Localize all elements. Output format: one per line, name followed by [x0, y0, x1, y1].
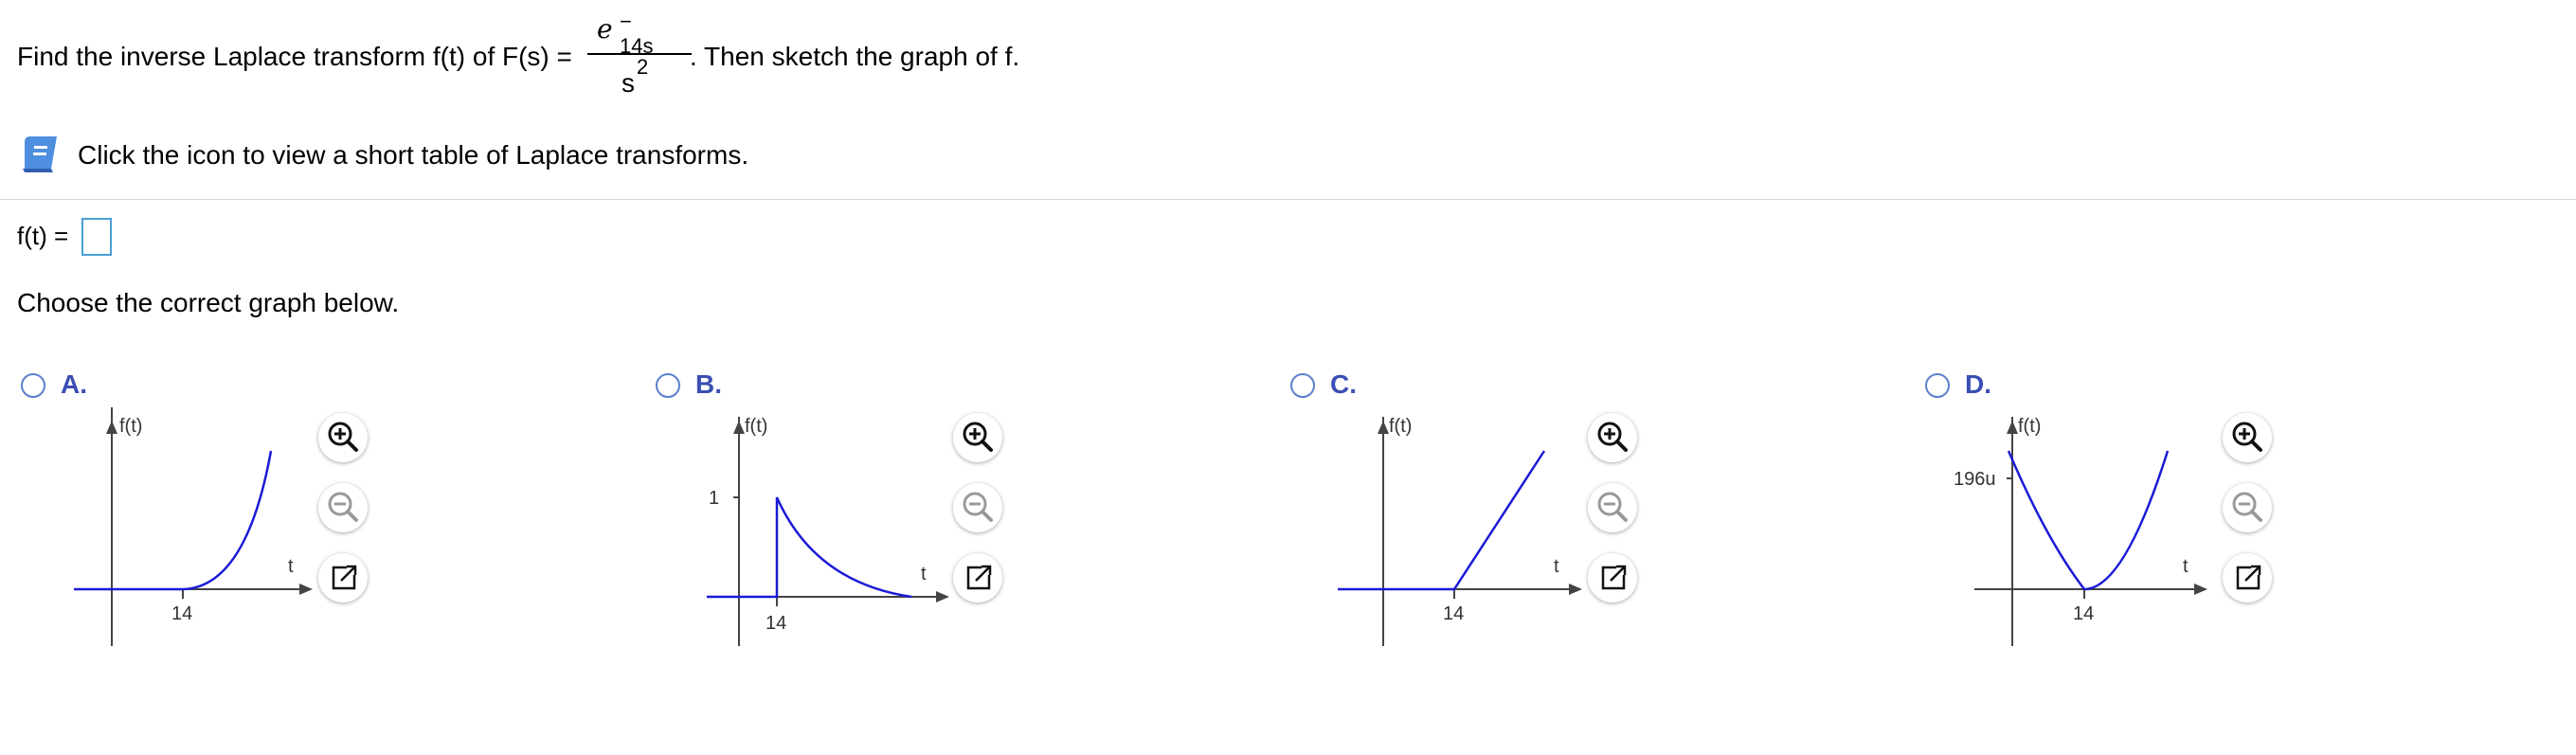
- radio-option-b[interactable]: [656, 373, 680, 398]
- answer-label: f(t) =: [17, 222, 69, 250]
- y-tick-label: 196u: [1954, 469, 1996, 490]
- denominator-exponent: 2: [637, 55, 649, 79]
- zoom-out-icon: [963, 492, 993, 522]
- x-axis-label: t: [2183, 556, 2189, 577]
- zoom-in-button[interactable]: [2223, 413, 2272, 462]
- x-axis-arrow: [1569, 584, 1582, 595]
- answer-input[interactable]: [81, 218, 112, 256]
- option-letter[interactable]: C.: [1330, 369, 1357, 400]
- x-axis-label: t: [1554, 556, 1559, 577]
- zoom-in-icon: [1597, 422, 1628, 452]
- option-letter[interactable]: B.: [695, 369, 722, 400]
- popout-button[interactable]: [953, 553, 1002, 602]
- radio-option-c[interactable]: [1290, 373, 1315, 398]
- curve-option-a: [74, 450, 273, 591]
- zoom-in-button[interactable]: [1588, 413, 1637, 462]
- zoom-in-icon: [328, 422, 358, 452]
- y-axis-label: f(t): [745, 416, 767, 437]
- zoom-in-icon: [2232, 422, 2262, 452]
- numerator-base: e: [597, 13, 613, 45]
- radio-option-d[interactable]: [1925, 373, 1950, 398]
- divider: [0, 199, 2576, 200]
- x-axis-label: t: [288, 556, 294, 577]
- y-axis-arrow: [733, 421, 745, 434]
- x-axis-label: t: [921, 564, 927, 584]
- numerator-exponent: − 14s: [620, 9, 654, 58]
- zoom-out-button[interactable]: [1588, 483, 1637, 532]
- table-link-text: Click the icon to view a short table of …: [78, 140, 749, 170]
- curve-option-b: [707, 496, 912, 599]
- zoom-in-icon: [963, 422, 993, 452]
- graph-option-b: f(t) 1 t 14: [707, 416, 949, 646]
- choose-text: Choose the correct graph below.: [17, 288, 400, 317]
- y-axis-label: f(t): [119, 416, 142, 437]
- zoom-out-button[interactable]: [953, 483, 1002, 532]
- x-axis-arrow: [936, 591, 949, 602]
- x-tick-label: 14: [766, 613, 786, 634]
- curve-option-c: [1338, 450, 1546, 591]
- popout-button[interactable]: [2223, 553, 2272, 602]
- popout-icon: [2236, 565, 2261, 590]
- y-axis-arrow: [2007, 421, 2018, 434]
- question-prefix: Find the inverse Laplace transform f(t) …: [17, 42, 572, 71]
- zoom-in-button[interactable]: [318, 413, 368, 462]
- x-axis-arrow: [299, 584, 313, 595]
- radio-option-a[interactable]: [21, 373, 45, 398]
- graph-option-a: f(t) t 14: [74, 407, 313, 646]
- y-axis-label: f(t): [2018, 416, 2041, 437]
- y-axis-arrow: [106, 421, 117, 434]
- popout-button[interactable]: [1588, 553, 1637, 602]
- popout-button[interactable]: [318, 553, 368, 602]
- graph-option-d: f(t) 196u t 14: [1954, 416, 2207, 646]
- x-axis-arrow: [2194, 584, 2207, 595]
- option-letter[interactable]: A.: [61, 369, 87, 400]
- graph-option-c: f(t) t 14: [1338, 416, 1582, 646]
- popout-icon: [332, 565, 357, 590]
- popout-icon: [1601, 565, 1627, 590]
- book-icon[interactable]: [19, 133, 61, 174]
- x-tick-label: 14: [2073, 603, 2094, 624]
- denominator-base: s: [621, 68, 635, 98]
- zoom-in-button[interactable]: [953, 413, 1002, 462]
- popout-icon: [966, 565, 992, 590]
- y-tick-label: 1: [709, 488, 719, 509]
- y-axis-arrow: [1378, 421, 1389, 434]
- curve-option-d: [2007, 450, 2170, 591]
- zoom-out-icon: [328, 492, 358, 522]
- zoom-out-button[interactable]: [2223, 483, 2272, 532]
- x-tick-label: 14: [1443, 603, 1464, 624]
- y-axis-label: f(t): [1389, 416, 1412, 437]
- zoom-out-button[interactable]: [318, 483, 368, 532]
- question-suffix: . Then sketch the graph of f.: [690, 42, 1020, 71]
- zoom-out-icon: [2232, 492, 2262, 522]
- option-letter[interactable]: D.: [1965, 369, 1991, 400]
- zoom-out-icon: [1597, 492, 1628, 522]
- x-tick-label: 14: [171, 603, 192, 624]
